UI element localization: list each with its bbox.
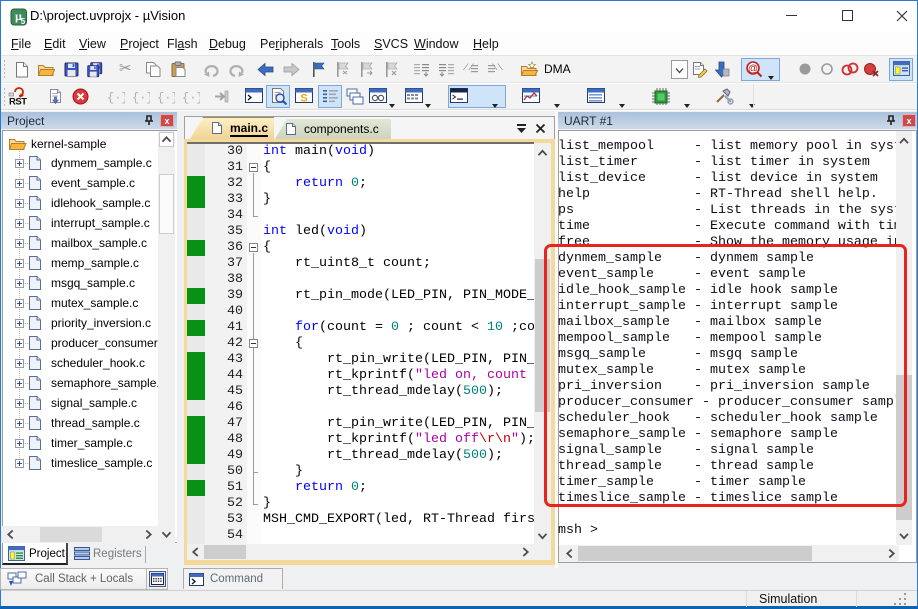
svg-text:@: @ bbox=[748, 64, 758, 75]
svg-text:{·}: {·} bbox=[132, 91, 150, 105]
svg-text:{·}: {·} bbox=[107, 91, 125, 105]
svg-text:{·}: {·} bbox=[182, 91, 200, 105]
svg-text:S: S bbox=[300, 93, 307, 105]
svg-text:RST: RST bbox=[9, 97, 27, 107]
svg-text:5: 5 bbox=[21, 17, 26, 26]
svg-text:{·}: {·} bbox=[157, 91, 175, 105]
